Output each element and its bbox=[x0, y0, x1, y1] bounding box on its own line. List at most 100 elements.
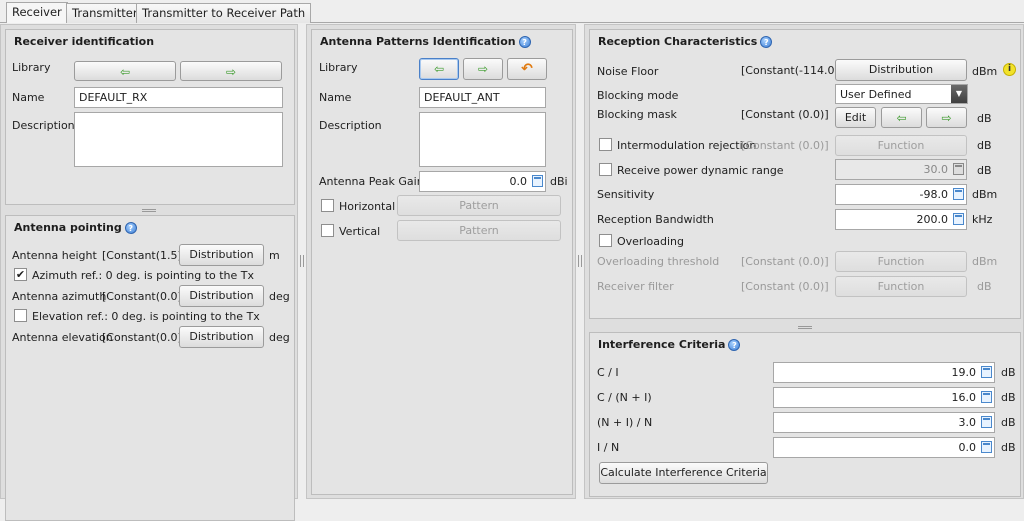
antenna-azimuth-label: Antenna azimuth bbox=[12, 290, 107, 303]
receiver-filter-value: [Constant (0.0)] bbox=[741, 280, 829, 293]
library-label: Library bbox=[12, 61, 51, 74]
right-column: Reception Characteristics? Noise Floor [… bbox=[584, 24, 1024, 499]
blocking-mask-import-button[interactable]: ⇦ bbox=[881, 107, 922, 128]
ci-value: 19.0 bbox=[951, 366, 977, 379]
receiver-filter-function-button[interactable]: Function bbox=[835, 276, 967, 297]
dynamic-range-label: Receive power dynamic range bbox=[617, 164, 784, 177]
tab-transmitter-to-receiver-path[interactable]: Transmitter to Receiver Path bbox=[136, 3, 312, 23]
calculator-icon[interactable] bbox=[981, 366, 992, 378]
help-icon[interactable]: ? bbox=[760, 36, 773, 48]
intermodulation-label: Intermodulation rejection bbox=[617, 139, 757, 152]
antenna-azimuth-value: [Constant(0.0)] bbox=[102, 290, 187, 303]
noise-floor-unit: dBm bbox=[972, 65, 998, 78]
ci-unit: dB bbox=[1001, 366, 1016, 379]
nin-input[interactable]: 3.0 bbox=[773, 412, 995, 433]
intermodulation-checkbox[interactable] bbox=[599, 138, 612, 151]
ant-undo-button[interactable]: ↶ bbox=[507, 58, 547, 80]
export-icon: ⇨ bbox=[225, 65, 237, 79]
ant-export-button[interactable]: ⇨ bbox=[463, 58, 503, 80]
import-library-button[interactable]: ⇦ bbox=[74, 61, 176, 81]
receiver-description-textarea[interactable] bbox=[74, 112, 283, 167]
intermodulation-unit: dB bbox=[977, 139, 992, 152]
peak-gain-value: 0.0 bbox=[509, 175, 528, 188]
cni-label: C / (N + I) bbox=[597, 391, 652, 404]
sensitivity-unit: dBm bbox=[972, 188, 998, 201]
receiver-filter-unit: dB bbox=[977, 280, 992, 293]
antenna-name-input[interactable]: DEFAULT_ANT bbox=[419, 87, 546, 108]
dynamic-range-value: 30.0 bbox=[923, 163, 949, 176]
tab-receiver[interactable]: Receiver bbox=[6, 2, 68, 23]
horizontal-pattern-button[interactable]: Pattern bbox=[397, 195, 561, 216]
export-library-button[interactable]: ⇨ bbox=[180, 61, 282, 81]
blocking-mode-label: Blocking mode bbox=[597, 89, 679, 102]
calculator-icon[interactable] bbox=[981, 391, 992, 403]
column-splitter-right[interactable] bbox=[578, 255, 582, 267]
receiver-name-input[interactable]: DEFAULT_RX bbox=[74, 87, 283, 108]
cni-value: 16.0 bbox=[951, 391, 977, 404]
ant-name-label: Name bbox=[319, 91, 352, 104]
bandwidth-value: 200.0 bbox=[916, 213, 949, 226]
ant-description-label: Description bbox=[319, 119, 382, 132]
vertical-checkbox[interactable] bbox=[321, 224, 334, 237]
calculator-icon[interactable] bbox=[981, 441, 992, 453]
antenna-height-label: Antenna height bbox=[12, 249, 97, 262]
vertical-label: Vertical bbox=[339, 225, 381, 238]
antenna-azimuth-unit: deg bbox=[269, 290, 290, 303]
peak-gain-input[interactable]: 0.0 bbox=[419, 171, 546, 192]
receiver-filter-label: Receiver filter bbox=[597, 280, 674, 293]
blocking-mode-select[interactable]: User Defined ▼ bbox=[835, 84, 968, 104]
tab-transmitter[interactable]: Transmitter bbox=[66, 3, 144, 23]
antenna-elevation-value: [Constant(0.0)] bbox=[102, 331, 187, 344]
cni-input[interactable]: 16.0 bbox=[773, 387, 995, 408]
splitter-handle[interactable] bbox=[142, 209, 156, 212]
antenna-height-distribution-button[interactable]: Distribution bbox=[179, 244, 264, 266]
calculator-icon[interactable] bbox=[953, 188, 964, 200]
ci-input[interactable]: 19.0 bbox=[773, 362, 995, 383]
horizontal-checkbox[interactable] bbox=[321, 199, 334, 212]
in-input[interactable]: 0.0 bbox=[773, 437, 995, 458]
ant-library-label: Library bbox=[319, 61, 358, 74]
overloading-checkbox[interactable] bbox=[599, 234, 612, 247]
calculator-icon[interactable] bbox=[532, 175, 543, 187]
warning-icon[interactable]: i bbox=[1003, 63, 1016, 76]
antenna-elevation-label: Antenna elevation bbox=[12, 331, 113, 344]
description-label: Description bbox=[12, 119, 75, 132]
peak-gain-label: Antenna Peak Gain bbox=[319, 175, 424, 188]
help-icon[interactable]: ? bbox=[518, 36, 531, 48]
splitter-handle[interactable] bbox=[798, 326, 812, 329]
overloading-threshold-function-button[interactable]: Function bbox=[835, 251, 967, 272]
vertical-pattern-button[interactable]: Pattern bbox=[397, 220, 561, 241]
calculate-interference-criteria-button[interactable]: Calculate Interference Criteria bbox=[599, 462, 768, 484]
antenna-elevation-distribution-button[interactable]: Distribution bbox=[179, 326, 264, 348]
help-icon[interactable]: ? bbox=[124, 222, 137, 234]
sensitivity-label: Sensitivity bbox=[597, 188, 655, 201]
antenna-elevation-unit: deg bbox=[269, 331, 290, 344]
middle-column: Antenna Patterns Identification? Library… bbox=[306, 24, 576, 499]
intermodulation-function-button[interactable]: Function bbox=[835, 135, 967, 156]
noise-floor-distribution-button[interactable]: Distribution bbox=[835, 59, 967, 81]
elevation-ref-checkbox[interactable] bbox=[14, 309, 27, 322]
sensitivity-input[interactable]: -98.0 bbox=[835, 184, 967, 205]
antenna-description-textarea[interactable] bbox=[419, 112, 546, 167]
noise-floor-value: [Constant(-114.0)] bbox=[741, 64, 844, 77]
dynamic-range-unit: dB bbox=[977, 164, 992, 177]
bandwidth-input[interactable]: 200.0 bbox=[835, 209, 967, 230]
calculator-icon[interactable] bbox=[981, 416, 992, 428]
blocking-mask-edit-button[interactable]: Edit bbox=[835, 107, 876, 128]
calculator-icon[interactable] bbox=[953, 213, 964, 225]
in-unit: dB bbox=[1001, 441, 1016, 454]
dynamic-range-input[interactable]: 30.0 bbox=[835, 159, 967, 180]
azimuth-ref-checkbox[interactable]: ✔ bbox=[14, 268, 27, 281]
overloading-threshold-unit: dBm bbox=[972, 255, 998, 268]
interference-title-text: Interference Criteria bbox=[598, 338, 726, 351]
dynamic-range-checkbox[interactable] bbox=[599, 163, 612, 176]
blocking-mask-export-button[interactable]: ⇨ bbox=[926, 107, 967, 128]
azimuth-ref-label: Azimuth ref.: 0 deg. is pointing to the … bbox=[32, 269, 255, 282]
column-splitter-left[interactable] bbox=[300, 255, 304, 267]
help-icon[interactable]: ? bbox=[728, 339, 741, 351]
antenna-height-unit: m bbox=[269, 249, 280, 262]
ant-import-button[interactable]: ⇦ bbox=[419, 58, 459, 80]
antenna-azimuth-distribution-button[interactable]: Distribution bbox=[179, 285, 264, 307]
peak-gain-unit: dBi bbox=[550, 175, 568, 188]
calculator-icon[interactable] bbox=[953, 163, 964, 175]
